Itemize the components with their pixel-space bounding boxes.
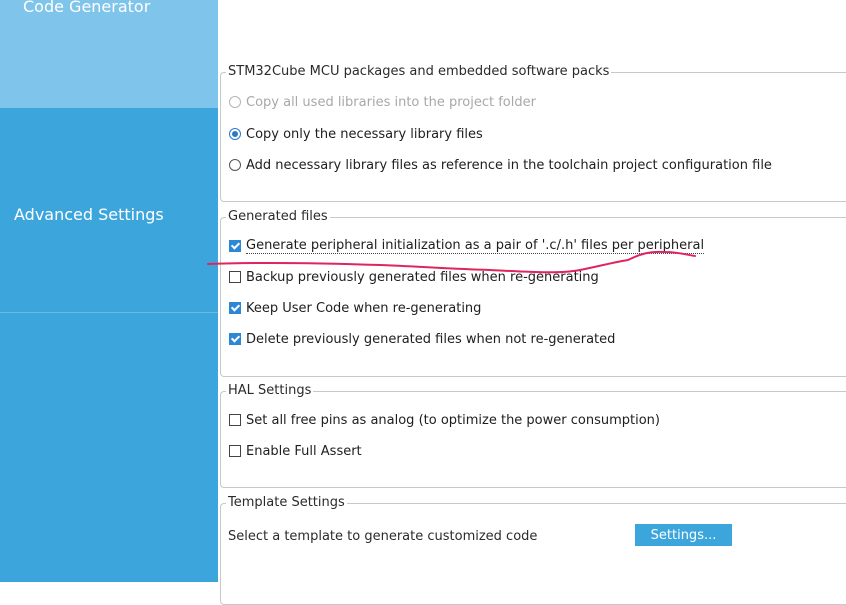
group-legend: Generated files	[226, 209, 330, 225]
delete-generated-files-checkbox-option[interactable]: Delete previously generated files when n…	[229, 330, 615, 348]
copy-all-libraries-radio-option[interactable]: Copy all used libraries into the project…	[229, 93, 536, 111]
template-description: Select a template to generate customized…	[228, 529, 538, 544]
group-legend: Template Settings	[226, 495, 347, 511]
group-legend: STM32Cube MCU packages and embedded soft…	[226, 64, 612, 80]
copy-necessary-libraries-radio-option[interactable]: Copy only the necessary library files	[229, 125, 483, 143]
sidebar-empty-area	[0, 313, 218, 582]
option-label: Copy only the necessary library files	[246, 126, 483, 142]
option-label: Generate peripheral initialization as a …	[246, 238, 705, 254]
option-label: Delete previously generated files when n…	[246, 331, 616, 347]
sidebar-item-label: Code Generator	[23, 0, 151, 16]
settings-button[interactable]: Settings...	[635, 524, 732, 546]
keep-user-code-checkbox-option[interactable]: Keep User Code when re-generating	[229, 299, 481, 317]
checkbox[interactable]	[229, 333, 241, 345]
group-legend: HAL Settings	[226, 383, 314, 399]
backup-generated-files-checkbox-option[interactable]: Backup previously generated files when r…	[229, 268, 599, 286]
checkbox[interactable]	[229, 445, 241, 457]
checkbox[interactable]	[229, 240, 241, 252]
option-label: Add necessary library files as reference…	[246, 157, 772, 173]
checkbox[interactable]	[229, 302, 241, 314]
packages-group: STM32Cube MCU packages and embedded soft…	[220, 64, 846, 202]
free-pins-analog-checkbox-option[interactable]: Set all free pins as analog (to optimize…	[229, 411, 660, 429]
option-label: Set all free pins as analog (to optimize…	[246, 412, 660, 428]
radio-button[interactable]	[229, 159, 241, 171]
option-label: Keep User Code when re-generating	[246, 300, 482, 316]
option-label: Enable Full Assert	[246, 443, 362, 459]
checkbox[interactable]	[229, 271, 241, 283]
radio-button[interactable]	[229, 96, 241, 108]
sidebar-item-label: Advanced Settings	[14, 205, 164, 224]
full-assert-checkbox-option[interactable]: Enable Full Assert	[229, 442, 362, 460]
option-label: Copy all used libraries into the project…	[246, 94, 536, 110]
option-label: Backup previously generated files when r…	[246, 269, 599, 285]
template-settings-group: Template Settings Select a template to g…	[220, 495, 846, 605]
generated-files-group: Generated files Generate peripheral init…	[220, 209, 846, 377]
checkbox[interactable]	[229, 414, 241, 426]
add-as-reference-radio-option[interactable]: Add necessary library files as reference…	[229, 156, 772, 174]
sidebar: Code Generator Advanced Settings	[0, 0, 218, 582]
sidebar-item-code-generator[interactable]: Code Generator	[0, 0, 218, 108]
radio-button[interactable]	[229, 128, 241, 140]
sidebar-item-advanced-settings[interactable]: Advanced Settings	[0, 110, 218, 313]
hal-settings-group: HAL Settings Set all free pins as analog…	[220, 383, 846, 488]
generate-peripheral-init-checkbox-option[interactable]: Generate peripheral initialization as a …	[229, 237, 705, 255]
